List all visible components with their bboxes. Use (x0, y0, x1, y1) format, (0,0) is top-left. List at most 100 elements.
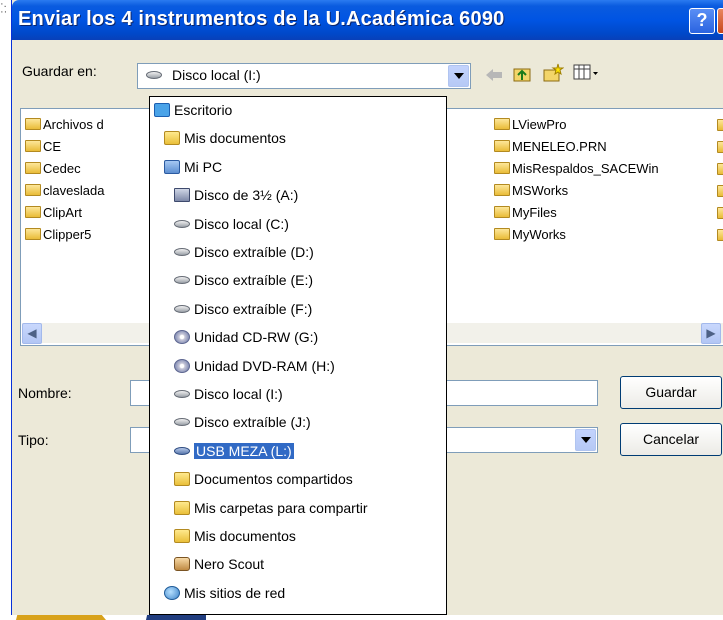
type-combo-arrow[interactable] (575, 429, 596, 451)
file-item[interactable]: CE (25, 137, 61, 157)
file-label: LViewPro (512, 117, 567, 132)
hard-drive-icon (174, 390, 190, 398)
dropdown-item[interactable]: Escritorio (154, 99, 232, 121)
folder-icon (717, 141, 723, 153)
file-item[interactable]: LViewPro (494, 115, 566, 135)
scroll-right-button[interactable]: ▶ (701, 323, 721, 344)
dropdown-item-label: Unidad DVD-RAM (H:) (194, 357, 335, 374)
back-arrow-icon[interactable] (484, 67, 504, 83)
dropdown-item-label: Disco local (I:) (194, 386, 283, 402)
folder-icon (25, 206, 41, 218)
close-button[interactable] (717, 8, 723, 34)
removable-drive-icon (174, 304, 190, 313)
dropdown-item[interactable]: Disco extraíble (F:) (174, 298, 312, 320)
folder-icon (25, 140, 41, 152)
folder-icon (717, 207, 723, 219)
cancel-button[interactable]: Cancelar (620, 423, 722, 456)
new-folder-icon[interactable] (542, 62, 564, 84)
help-button[interactable]: ? (689, 8, 715, 34)
combo-arrow-button[interactable] (448, 65, 469, 87)
dropdown-item[interactable]: Mis carpetas para compartir (174, 497, 368, 519)
dropdown-item[interactable]: Disco extraíble (D:) (174, 241, 314, 263)
folder-icon (25, 162, 41, 174)
dropdown-item[interactable]: USB MEZA (L:) (174, 440, 295, 462)
dropdown-item-label: Disco extraíble (D:) (194, 244, 314, 260)
corner-marks: ·. ·· (0, 0, 8, 18)
folder-icon (717, 185, 723, 197)
folder-icon (25, 118, 41, 130)
title-bar: Enviar los 4 instrumentos de la U.Académ… (12, 0, 723, 40)
dropdown-item[interactable]: Disco extraíble (E:) (174, 269, 313, 291)
file-item[interactable]: MENELEO.PRN (494, 137, 607, 157)
folder-icon (717, 119, 723, 131)
dropdown-item[interactable]: Disco de 3½ (A:) (174, 184, 298, 206)
folder-icon (494, 162, 510, 174)
file-label: clavesladа (43, 183, 105, 198)
folder-icon (174, 529, 190, 543)
nero-scout-icon (174, 557, 190, 572)
dropdown-item-label: Disco local (C:) (194, 215, 289, 232)
dropdown-item[interactable]: Mis documentos (174, 525, 296, 547)
save-in-value: Disco local (I:) (172, 67, 261, 83)
dropdown-item[interactable]: Unidad DVD-RAM (H:) (174, 355, 335, 377)
up-folder-icon[interactable] (512, 64, 532, 84)
hard-drive-icon (174, 219, 190, 228)
dropdown-item[interactable]: Disco local (I:) (174, 383, 283, 405)
dropdown-item[interactable]: Mi PC (164, 156, 222, 178)
file-item[interactable]: Archivos d (25, 115, 104, 135)
file-item[interactable]: MisRespaldos_SACEWin (494, 159, 659, 179)
dropdown-item[interactable]: Nero Scout (174, 553, 264, 575)
dropdown-item[interactable]: Documentos compartidos (174, 468, 353, 490)
file-item[interactable]: Clipper5 (25, 225, 91, 245)
removable-drive-icon (174, 418, 190, 427)
save-in-dropdown-list[interactable]: Escritorio Mis documentos Mi PC Disco de 3½… (149, 96, 447, 615)
file-item[interactable]: Cedec (25, 159, 81, 179)
file-label: Clipper5 (43, 227, 92, 242)
file-item[interactable]: ClipArt (25, 203, 82, 223)
my-computer-icon (164, 159, 180, 174)
dropdown-item-label: Disco de 3½ (A:) (194, 187, 299, 204)
dropdown-item-label: Nero Scout (194, 556, 265, 573)
dropdown-item-label: Mis sitios de red (184, 584, 286, 601)
file-item[interactable]: MSWorks (494, 181, 568, 201)
file-label: Cedec (43, 161, 81, 176)
dropdown-item-label: Disco extraíble (E:) (194, 272, 314, 289)
folder-icon (25, 184, 41, 196)
dropdown-item-label: Disco extraíble (F:) (194, 300, 313, 317)
file-label: MyWorks (512, 227, 566, 242)
view-menu-icon[interactable] (573, 63, 599, 83)
dropdown-item[interactable]: Mis documentos (164, 127, 286, 149)
dropdown-item[interactable]: Disco extraíble (J:) (174, 411, 311, 433)
file-label: MSWorks (512, 183, 569, 198)
file-label: Archivos d (43, 117, 104, 132)
folder-icon (494, 206, 510, 218)
dropdown-item-label: Mis documentos (194, 528, 296, 544)
file-item[interactable]: MyWorks (494, 225, 566, 245)
dropdown-item[interactable]: Unidad CD-RW (G:) (174, 326, 318, 348)
shared-documents-icon (174, 472, 190, 487)
my-documents-icon (164, 131, 180, 146)
dropdown-item[interactable]: Disco local (C:) (174, 213, 289, 235)
save-in-combo[interactable]: Disco local (I:) (137, 63, 471, 89)
file-item[interactable]: MyFiles (494, 203, 557, 223)
dropdown-item-label: Mis carpetas para compartir (194, 499, 368, 516)
dropdown-item[interactable]: Mis sitios de red (164, 582, 285, 604)
file-label: MENELEO.PRN (512, 139, 607, 154)
dvd-drive-icon (174, 358, 190, 373)
dropdown-item-label: Escritorio (174, 102, 233, 118)
folder-icon (494, 118, 510, 130)
removable-drive-icon (174, 276, 190, 285)
save-button[interactable]: Guardar (620, 376, 722, 409)
folder-icon (494, 228, 510, 240)
usb-drive-icon (174, 446, 190, 455)
folder-icon (494, 184, 510, 196)
dropdown-item-label: Disco extraíble (J:) (194, 414, 311, 431)
folder-icon (25, 228, 41, 240)
window-title: Enviar los 4 instrumentos de la U.Académ… (18, 8, 505, 30)
file-item[interactable]: clavesladа (25, 181, 104, 201)
folder-icon (717, 163, 723, 175)
dropdown-item-label: Documentos compartidos (194, 471, 353, 488)
name-label: Nombre: (18, 385, 72, 401)
desktop-icon (154, 103, 170, 117)
scroll-left-button[interactable]: ◀ (22, 323, 42, 344)
